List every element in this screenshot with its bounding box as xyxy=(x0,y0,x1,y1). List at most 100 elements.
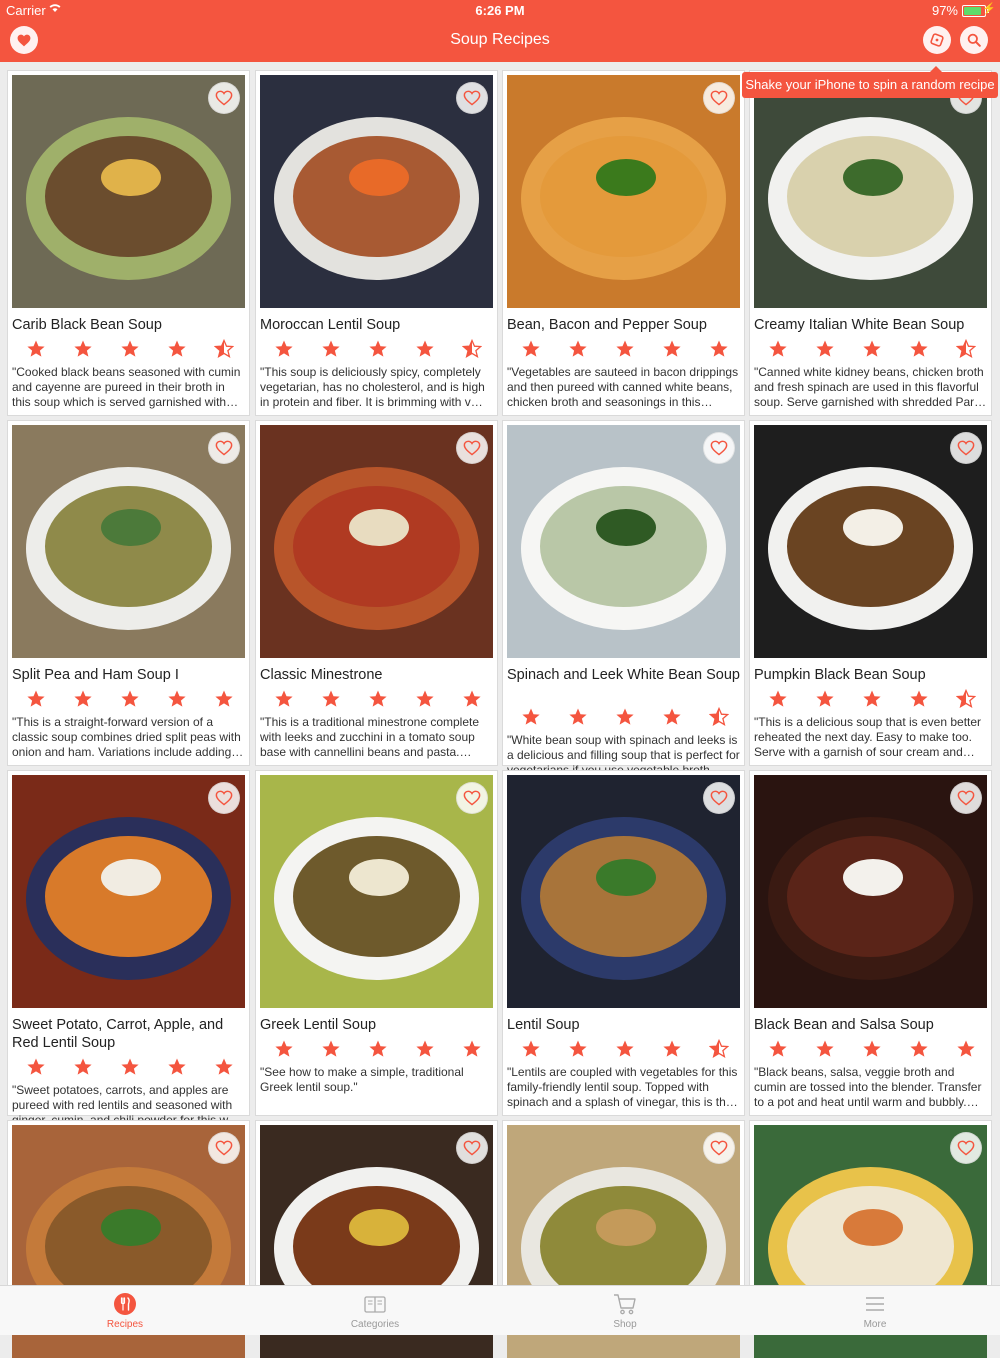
recipe-card[interactable] xyxy=(255,1120,498,1358)
garnish-shape xyxy=(100,858,162,897)
recipe-card[interactable] xyxy=(749,1120,992,1358)
star-icon xyxy=(909,1040,928,1057)
recipe-photo[interactable] xyxy=(12,75,245,308)
recipe-title: Black Bean and Salsa Soup xyxy=(754,1017,934,1033)
star-icon xyxy=(815,340,834,357)
tooltip-arrow xyxy=(930,66,942,72)
favorite-button[interactable] xyxy=(703,1132,735,1164)
heart-outline-icon xyxy=(215,1140,233,1156)
cart-icon xyxy=(613,1292,637,1316)
favorite-button[interactable] xyxy=(456,82,488,114)
favorite-button[interactable] xyxy=(950,432,982,464)
recipe-description: "Lentils are coupled with vegetables for… xyxy=(507,1065,738,1109)
recipe-photo[interactable] xyxy=(507,425,740,658)
garnish-shape xyxy=(348,1208,410,1247)
soup-shape xyxy=(539,135,708,257)
recipe-card[interactable]: Creamy Italian White Bean Soup "Canned wh… xyxy=(749,70,992,416)
recipe-photo[interactable] xyxy=(754,425,987,658)
recipe-card[interactable]: Greek Lentil Soup "See how to make a simp… xyxy=(255,770,498,1116)
star-icon xyxy=(274,340,293,357)
star-half-icon xyxy=(955,339,976,358)
tooltip-text: Shake your iPhone to spin a random recip… xyxy=(745,77,995,92)
heart-outline-icon xyxy=(957,440,975,456)
star-icon xyxy=(909,340,928,357)
recipe-description: "This is a delicious soup that is even b… xyxy=(754,715,982,759)
utensils-icon xyxy=(113,1292,137,1316)
recipe-card[interactable]: Bean, Bacon and Pepper Soup "Vegetables a… xyxy=(502,70,745,416)
star-icon xyxy=(815,690,834,707)
recipe-card[interactable]: Spinach and Leek White Bean Soup "White b… xyxy=(502,420,745,777)
recipe-card[interactable]: Moroccan Lentil Soup "This soup is delici… xyxy=(255,70,498,416)
book-icon xyxy=(363,1292,387,1316)
star-icon xyxy=(120,340,139,357)
soup-shape xyxy=(44,135,213,257)
favorite-button[interactable] xyxy=(703,82,735,114)
recipe-description: "This soup is deliciously spicy, complet… xyxy=(260,365,485,409)
heart-outline-icon xyxy=(957,1140,975,1156)
star-icon xyxy=(521,340,540,357)
favorite-button[interactable] xyxy=(208,82,240,114)
star-icon xyxy=(214,1058,233,1075)
star-icon xyxy=(568,340,587,357)
star-icon xyxy=(73,340,92,357)
recipe-photo[interactable] xyxy=(754,75,987,308)
star-icon xyxy=(862,690,881,707)
recipe-grid: Carib Black Bean Soup "Cooked black beans… xyxy=(0,0,1000,1358)
star-icon xyxy=(274,690,293,707)
star-icon xyxy=(568,1040,587,1057)
heart-outline-icon xyxy=(463,1140,481,1156)
soup-shape xyxy=(539,835,708,957)
star-icon xyxy=(768,690,787,707)
star-icon xyxy=(709,340,728,357)
heart-outline-icon xyxy=(463,440,481,456)
favorite-button[interactable] xyxy=(208,782,240,814)
soup-shape xyxy=(786,485,955,607)
recipe-card[interactable]: Black Bean and Salsa Soup "Black beans, s… xyxy=(749,770,992,1116)
garnish-shape xyxy=(595,158,657,197)
recipe-card[interactable] xyxy=(502,1120,745,1358)
star-rating xyxy=(260,339,495,359)
star-icon xyxy=(321,1040,340,1057)
tab-recipes[interactable]: Recipes xyxy=(0,1286,250,1335)
recipe-photo[interactable] xyxy=(12,425,245,658)
star-rating xyxy=(260,1039,495,1059)
tab-shop[interactable]: Shop xyxy=(500,1286,750,1335)
favorite-button[interactable] xyxy=(456,1132,488,1164)
tab-categories[interactable]: Categories xyxy=(250,1286,500,1335)
recipe-card[interactable] xyxy=(7,1120,250,1358)
star-icon xyxy=(662,1040,681,1057)
star-icon xyxy=(73,1058,92,1075)
star-rating xyxy=(754,339,989,359)
recipe-photo[interactable] xyxy=(260,75,493,308)
favorite-button[interactable] xyxy=(950,1132,982,1164)
recipe-photo[interactable] xyxy=(12,775,245,1008)
star-rating xyxy=(507,707,742,727)
favorite-button[interactable] xyxy=(703,432,735,464)
tab-bar: Recipes Categories Shop More xyxy=(0,1285,1000,1335)
favorite-button[interactable] xyxy=(456,432,488,464)
recipe-photo[interactable] xyxy=(754,775,987,1008)
recipe-card[interactable]: Lentil Soup "Lentils are coupled with veg… xyxy=(502,770,745,1116)
star-icon xyxy=(615,708,634,725)
recipe-card[interactable]: Split Pea and Ham Soup I "This is a strai… xyxy=(7,420,250,766)
recipe-card[interactable]: Pumpkin Black Bean Soup "This is a delici… xyxy=(749,420,992,766)
favorite-button[interactable] xyxy=(456,782,488,814)
recipe-photo[interactable] xyxy=(260,425,493,658)
star-icon xyxy=(73,690,92,707)
favorite-button[interactable] xyxy=(208,1132,240,1164)
soup-shape xyxy=(44,485,213,607)
recipe-card[interactable]: Carib Black Bean Soup "Cooked black beans… xyxy=(7,70,250,416)
tab-more[interactable]: More xyxy=(750,1286,1000,1335)
recipe-card[interactable]: Classic Minestrone "This is a traditional… xyxy=(255,420,498,766)
recipe-photo[interactable] xyxy=(507,775,740,1008)
recipe-photo[interactable] xyxy=(507,75,740,308)
heart-outline-icon xyxy=(710,90,728,106)
favorite-button[interactable] xyxy=(950,782,982,814)
recipe-card[interactable]: Sweet Potato, Carrot, Apple, and Red Len… xyxy=(7,770,250,1127)
favorite-button[interactable] xyxy=(703,782,735,814)
tab-label-recipes: Recipes xyxy=(106,1319,144,1330)
recipe-photo[interactable] xyxy=(260,775,493,1008)
star-icon xyxy=(521,708,540,725)
favorite-button[interactable] xyxy=(208,432,240,464)
star-rating xyxy=(260,689,495,709)
